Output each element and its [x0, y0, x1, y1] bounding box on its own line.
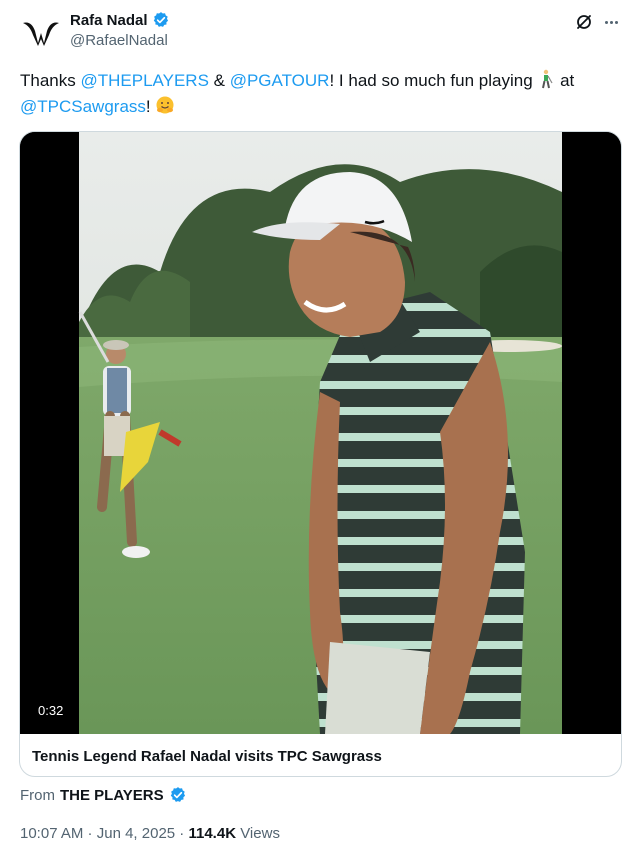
- meta-separator: ·: [175, 825, 189, 842]
- rafa-logo-icon: [23, 22, 59, 46]
- more-icon[interactable]: [600, 12, 622, 32]
- tweet-text-segment: !: [145, 97, 156, 116]
- golfer-emoji-icon: [542, 69, 553, 89]
- grok-icon[interactable]: [574, 12, 594, 32]
- mention-tpcsawgrass[interactable]: @TPCSawgrass: [20, 97, 146, 116]
- video-duration: 0:32: [32, 700, 70, 721]
- verified-badge-icon: [153, 12, 168, 27]
- tweet-text: Thanks @THEPLAYERS & @PGATOUR! I had so …: [20, 68, 620, 120]
- from-label: From: [20, 786, 55, 804]
- source-name[interactable]: THE PLAYERS: [60, 787, 164, 804]
- media-card[interactable]: 0:32 Tennis Legend Rafael Nadal visits T…: [19, 131, 622, 777]
- tweet-time[interactable]: 10:07 AM: [20, 825, 83, 842]
- source-attribution: From THE PLAYERS: [20, 786, 187, 804]
- views-count: 114.4K: [188, 825, 237, 842]
- meta-separator: ·: [83, 825, 97, 842]
- tweet-meta: 10:07 AM · Jun 4, 2025 · 114.4K Views: [20, 825, 280, 842]
- display-name[interactable]: Rafa Nadal: [70, 12, 148, 29]
- tweet-text-segment: Thanks: [20, 71, 81, 90]
- verified-badge-icon: [170, 787, 185, 802]
- video-player[interactable]: 0:32: [20, 132, 621, 734]
- tweet-text-segment: at: [555, 71, 575, 90]
- mention-pgatour[interactable]: @PGATOUR: [230, 71, 330, 90]
- mention-theplayers[interactable]: @THEPLAYERS: [80, 71, 208, 90]
- avatar[interactable]: [20, 12, 62, 54]
- video-frame: [20, 132, 621, 734]
- views-label: Views: [236, 825, 280, 842]
- name-row: Rafa Nadal: [70, 11, 170, 29]
- card-title[interactable]: Tennis Legend Rafael Nadal visits TPC Sa…: [32, 748, 382, 765]
- tweet-text-segment: ! I had so much fun playing: [329, 71, 538, 90]
- hug-emoji-icon: [156, 96, 174, 114]
- user-handle[interactable]: @RafaelNadal: [70, 32, 168, 49]
- tweet-date[interactable]: Jun 4, 2025: [97, 825, 175, 842]
- tweet-text-segment: &: [208, 71, 230, 90]
- tweet-header: Rafa Nadal @RafaelNadal: [0, 0, 640, 60]
